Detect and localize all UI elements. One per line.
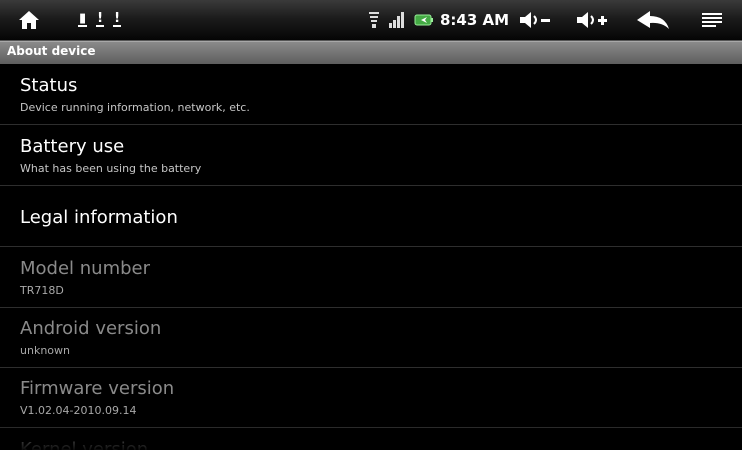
list-item-status[interactable]: Status Device running information, netwo… [0,64,742,125]
list-item-firmware-version: Firmware version V1.02.04-2010.09.14 [0,367,742,428]
list-item-battery-use[interactable]: Battery use What has been using the batt… [0,125,742,186]
battery-icon [412,0,436,40]
clock: 8:43 AM [440,11,510,29]
item-summary: V1.02.04-2010.09.14 [20,404,137,417]
signal-icon [386,0,408,40]
alert-icon: ! [113,11,122,27]
item-summary: unknown [20,344,70,357]
item-title: Android version [20,318,162,339]
back-icon[interactable] [632,0,674,40]
item-title: Status [20,75,78,96]
status-bar: ▮ ! ! 8:43 AM [0,0,742,41]
volume-down-icon[interactable] [516,0,554,40]
page-title: About device [7,44,96,58]
wifi-icon [366,0,382,40]
item-title: Legal information [20,207,178,228]
item-summary: What has been using the battery [20,162,202,175]
list-item-model-number: Model number TR718D [0,247,742,308]
list-item-legal-information[interactable]: Legal information [0,186,742,247]
usb-icon: ! [96,11,105,27]
item-title: Kernel version [20,439,149,450]
item-title: Firmware version [20,378,175,399]
menu-icon[interactable] [698,0,726,40]
notification-icon: ▮ [78,11,88,27]
section-header: About device [0,41,742,64]
list-item-android-version: Android version unknown [0,307,742,368]
item-summary: TR718D [20,284,64,297]
notification-icons[interactable]: ▮ ! ! [78,0,142,40]
volume-up-icon[interactable] [573,0,611,40]
list-item-kernel-version: Kernel version [0,428,742,450]
item-summary: Device running information, network, etc… [20,101,250,114]
item-title: Battery use [20,136,125,157]
item-title: Model number [20,258,151,279]
home-icon[interactable] [16,0,42,40]
